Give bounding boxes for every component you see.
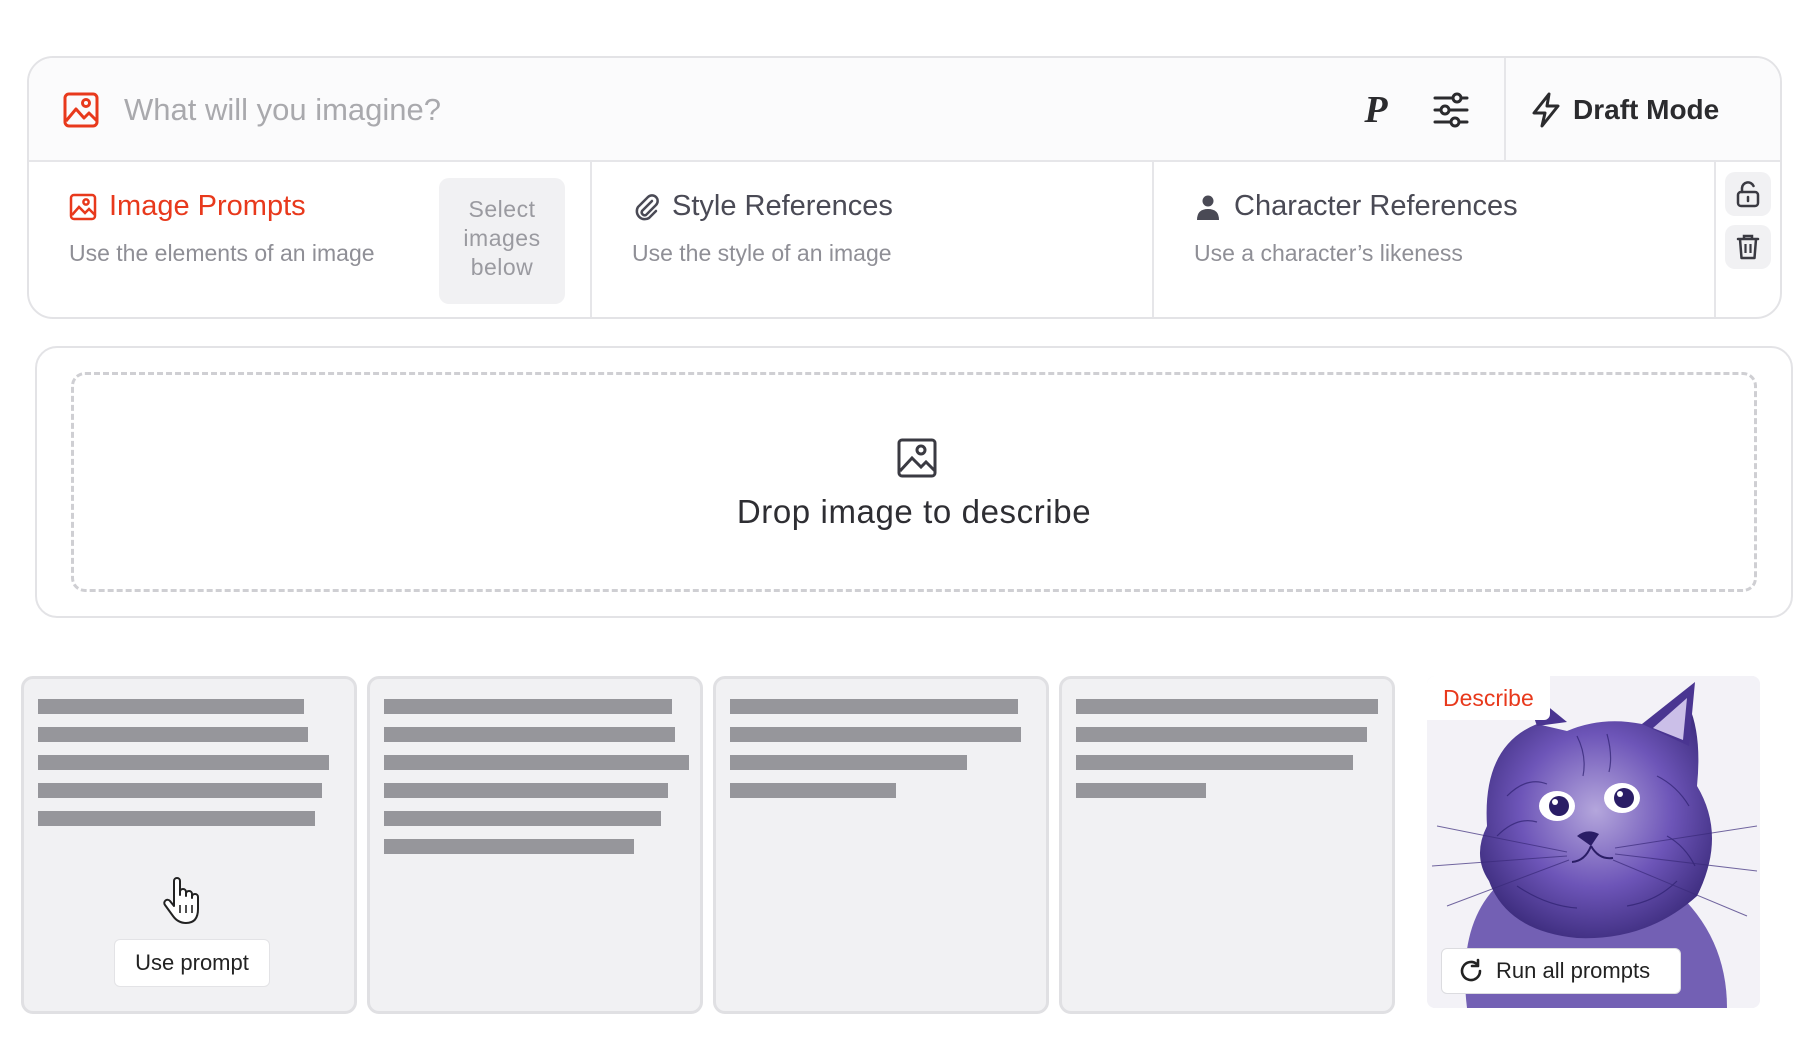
- text-placeholder-line: [38, 727, 308, 742]
- text-placeholder-line: [384, 839, 634, 854]
- unlock-button[interactable]: [1725, 172, 1771, 216]
- image-icon: [897, 438, 937, 478]
- text-placeholder-line: [38, 755, 329, 770]
- text-placeholder-line: [384, 699, 672, 714]
- text-placeholder-line: [384, 755, 689, 770]
- prompt-card-1[interactable]: Use prompt: [21, 676, 357, 1014]
- text-placeholder-line: [384, 783, 668, 798]
- unlock-icon: [1736, 181, 1760, 208]
- image-icon[interactable]: [62, 91, 100, 129]
- style-references-title: Style References: [632, 190, 893, 223]
- text-placeholder-line: [730, 699, 1018, 714]
- text-placeholder-line: [1076, 755, 1353, 770]
- describe-image-tile[interactable]: Describe Run all prompts: [1427, 676, 1760, 1008]
- image-icon: [69, 193, 97, 220]
- text-placeholder-line: [730, 727, 1021, 742]
- text-placeholder-line: [38, 783, 322, 798]
- text-placeholder-line: [384, 727, 675, 742]
- person-icon: [1197, 195, 1219, 220]
- prompt-card-3[interactable]: [713, 676, 1049, 1014]
- text-placeholder-line: [1076, 783, 1206, 798]
- prompt-row: P Draft Mode: [29, 58, 1780, 162]
- run-all-prompts-label: Run all prompts: [1496, 958, 1651, 983]
- tab-subtitle: Use the elements of an image: [69, 240, 375, 266]
- tab-style-references[interactable]: Style References Use the style of an ima…: [590, 162, 1152, 317]
- text-placeholder-line: [38, 811, 315, 826]
- personalize-button[interactable]: P: [1351, 84, 1401, 136]
- hint-line: Select: [468, 196, 536, 222]
- tab-subtitle: Use the style of an image: [632, 240, 892, 266]
- tab-label: Image Prompts: [109, 190, 306, 222]
- tab-label: Character References: [1234, 190, 1518, 222]
- divider: [1504, 58, 1506, 162]
- image-prompts-title: Image Prompts: [69, 190, 306, 223]
- text-placeholder-line: [1076, 727, 1367, 742]
- use-prompt-button[interactable]: Use prompt: [114, 939, 270, 987]
- hint-line: below: [470, 254, 534, 280]
- refresh-icon: [1460, 958, 1482, 982]
- run-all-prompts-button[interactable]: Run all prompts: [1441, 948, 1681, 994]
- prompt-input[interactable]: [124, 84, 1324, 136]
- describe-tag: Describe: [1427, 676, 1550, 720]
- tab-image-prompts[interactable]: Image Prompts Use the elements of an ima…: [29, 162, 590, 317]
- delete-button[interactable]: [1725, 225, 1771, 269]
- text-placeholder-line: [38, 699, 304, 714]
- text-placeholder-line: [384, 811, 661, 826]
- hand-cursor-icon: [163, 877, 199, 924]
- text-placeholder-line: [1076, 699, 1378, 714]
- hint-line: images: [463, 225, 541, 251]
- lightning-icon: [1532, 92, 1560, 128]
- prompt-panel: P Draft Mode Image Pro: [27, 56, 1782, 319]
- drop-zone-label: Drop image to describe: [736, 493, 1092, 530]
- sliders-icon[interactable]: [1429, 88, 1473, 132]
- draft-mode-label: Draft Mode: [1573, 94, 1720, 125]
- drop-zone[interactable]: Drop image to describe: [71, 372, 1757, 592]
- tab-label: Style References: [672, 190, 893, 222]
- describe-drop-panel: Drop image to describe: [35, 346, 1793, 618]
- tab-character-references[interactable]: Character References Use a character’s l…: [1152, 162, 1714, 317]
- text-placeholder-line: [730, 783, 896, 798]
- reference-tabs: Image Prompts Use the elements of an ima…: [29, 162, 1780, 317]
- prompt-card-4[interactable]: [1059, 676, 1395, 1014]
- text-placeholder-line: [730, 755, 967, 770]
- select-images-hint: Select images below: [439, 178, 565, 304]
- draft-mode-button[interactable]: Draft Mode: [1529, 84, 1759, 136]
- paperclip-icon: [635, 193, 659, 220]
- character-references-title: Character References: [1194, 190, 1518, 223]
- prompt-card-2[interactable]: [367, 676, 703, 1014]
- trash-icon: [1736, 234, 1760, 260]
- tab-subtitle: Use a character’s likeness: [1194, 240, 1463, 266]
- reference-tools: [1714, 162, 1780, 317]
